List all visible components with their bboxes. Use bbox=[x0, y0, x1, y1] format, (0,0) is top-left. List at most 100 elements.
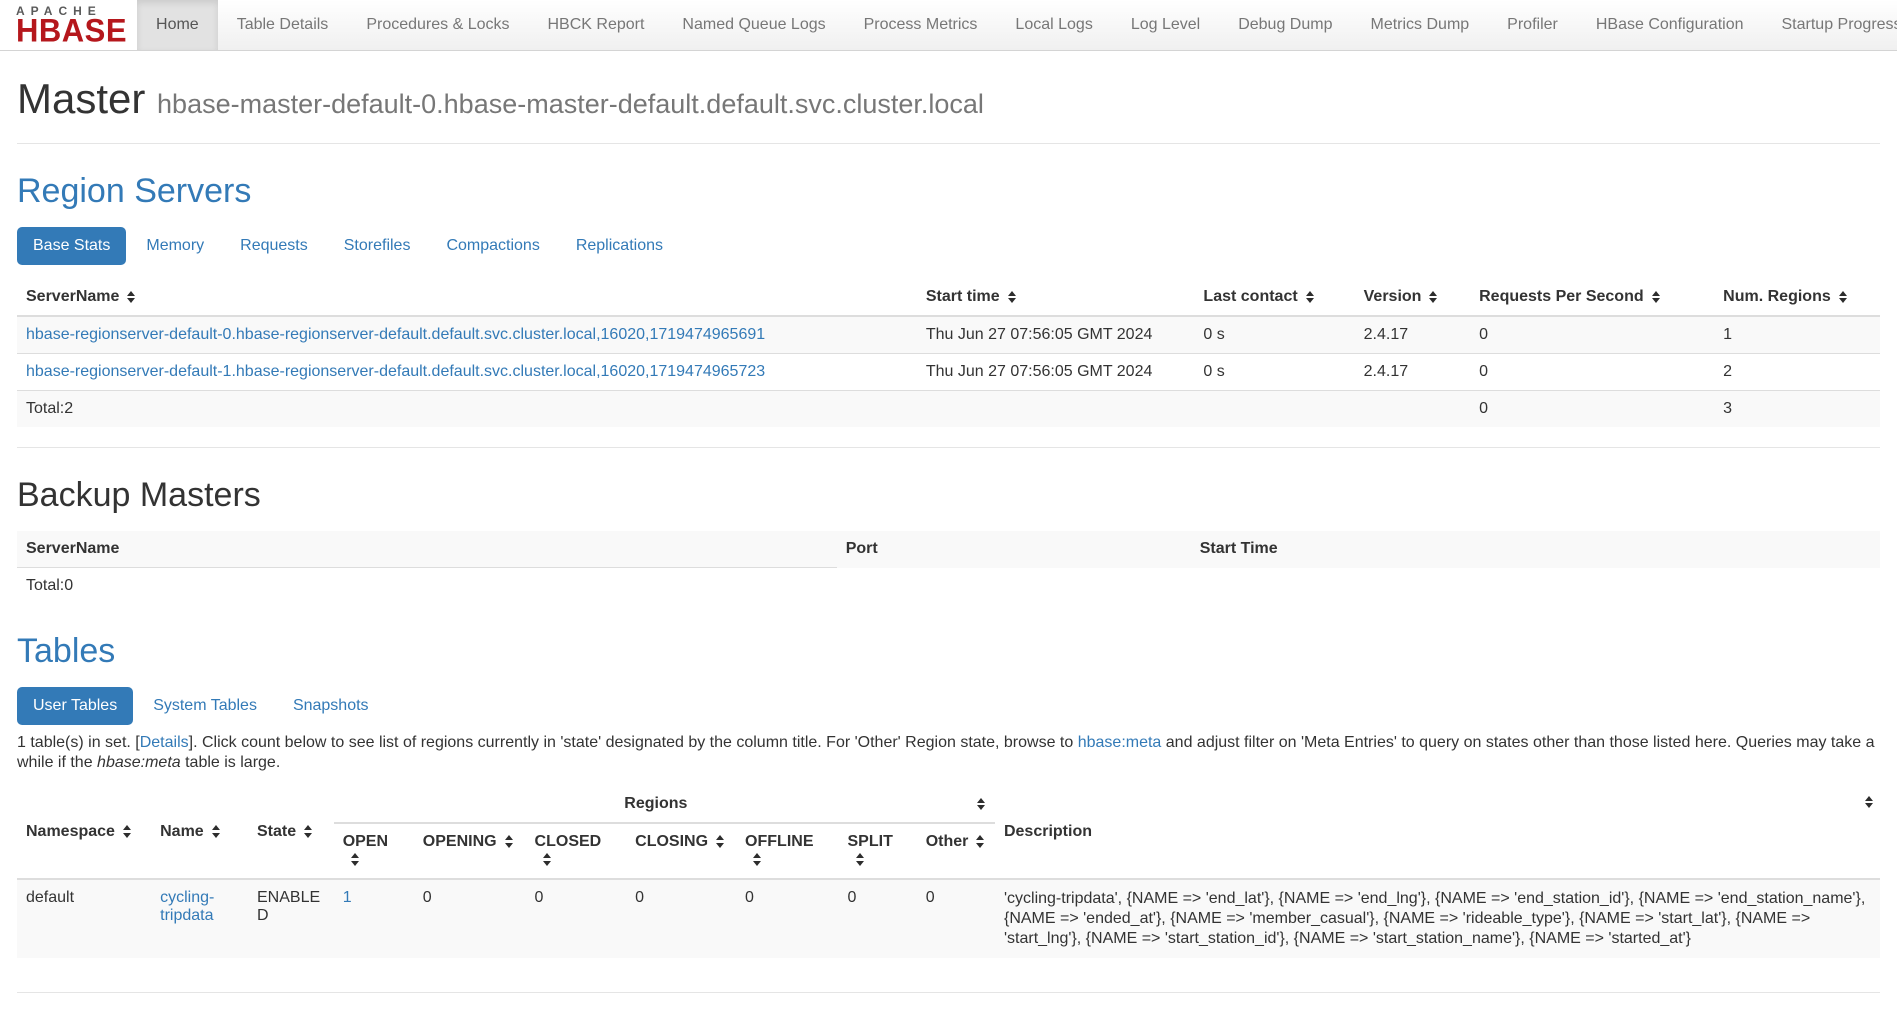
nav-item-metrics-dump-label[interactable]: Metrics Dump bbox=[1351, 0, 1488, 50]
col-open[interactable]: OPEN bbox=[334, 823, 414, 879]
sort-icon[interactable] bbox=[505, 835, 514, 848]
tab-requests[interactable]: Requests bbox=[224, 227, 324, 265]
tables-tabs: User Tables System Tables Snapshots bbox=[17, 687, 1880, 725]
nav-item-procedures-locks-label[interactable]: Procedures & Locks bbox=[347, 0, 528, 50]
tab-base-stats[interactable]: Base Stats bbox=[17, 227, 126, 265]
tab-storefiles[interactable]: Storefiles bbox=[328, 227, 427, 265]
backup-masters-total-label: Total:0 bbox=[17, 568, 837, 605]
col-start-time[interactable]: Start time bbox=[917, 279, 1195, 316]
nav-item-debug-dump[interactable]: Debug Dump bbox=[1219, 0, 1351, 50]
nav-item-named-queue-logs-label[interactable]: Named Queue Logs bbox=[663, 0, 844, 50]
col-name[interactable]: Name bbox=[151, 786, 248, 879]
regionserver-link[interactable]: hbase-regionserver-default-0.hbase-regio… bbox=[26, 326, 765, 343]
col-version[interactable]: Version bbox=[1355, 279, 1471, 316]
nav-item-local-logs-label[interactable]: Local Logs bbox=[996, 0, 1111, 50]
nav-item-local-logs[interactable]: Local Logs bbox=[996, 0, 1111, 50]
tables-note: 1 table(s) in set. [Details]. Click coun… bbox=[17, 733, 1880, 774]
sort-icon[interactable] bbox=[977, 798, 986, 811]
col-servername-label: ServerName bbox=[26, 288, 119, 305]
tab-memory[interactable]: Memory bbox=[130, 227, 220, 265]
col-state[interactable]: State bbox=[248, 786, 334, 879]
col-requests-per-second-label: Requests Per Second bbox=[1479, 288, 1644, 305]
hbase-logo-hbase-text: HBASE bbox=[16, 18, 127, 46]
col-requests-per-second[interactable]: Requests Per Second bbox=[1470, 279, 1714, 316]
nav-item-debug-dump-label[interactable]: Debug Dump bbox=[1219, 0, 1351, 50]
sort-icon[interactable] bbox=[1652, 291, 1661, 304]
nav-item-hbase-configuration-label[interactable]: HBase Configuration bbox=[1577, 0, 1763, 50]
bottom-divider bbox=[17, 992, 1880, 993]
tab-compactions[interactable]: Compactions bbox=[430, 227, 555, 265]
nav-item-startup-progress-label[interactable]: Startup Progress bbox=[1763, 0, 1897, 50]
col-description[interactable]: Description bbox=[995, 786, 1880, 879]
details-link[interactable]: Details bbox=[140, 734, 189, 751]
nav-item-home[interactable]: Home bbox=[137, 0, 218, 50]
col-bm-servername: ServerName bbox=[17, 531, 837, 568]
tab-system-tables[interactable]: System Tables bbox=[137, 687, 273, 725]
col-last-contact[interactable]: Last contact bbox=[1194, 279, 1354, 316]
region-servers-heading: Region Servers bbox=[17, 172, 1880, 211]
last-contact-value: 0 s bbox=[1194, 354, 1354, 391]
hbase-meta-link[interactable]: hbase:meta bbox=[1078, 734, 1162, 751]
col-closing-label: CLOSING bbox=[635, 833, 708, 850]
table-name-link[interactable]: cycling-tripdata bbox=[160, 889, 214, 924]
sort-icon[interactable] bbox=[1865, 796, 1874, 809]
col-closing[interactable]: CLOSING bbox=[626, 823, 736, 879]
sort-icon[interactable] bbox=[716, 835, 725, 848]
tab-snapshots[interactable]: Snapshots bbox=[277, 687, 385, 725]
col-namespace[interactable]: Namespace bbox=[17, 786, 151, 879]
regionserver-link[interactable]: hbase-regionserver-default-1.hbase-regio… bbox=[26, 363, 765, 380]
nav-item-metrics-dump[interactable]: Metrics Dump bbox=[1351, 0, 1488, 50]
col-closed[interactable]: CLOSED bbox=[526, 823, 627, 879]
nav-item-hbck-report[interactable]: HBCK Report bbox=[529, 0, 664, 50]
nav-item-named-queue-logs[interactable]: Named Queue Logs bbox=[663, 0, 844, 50]
nav-item-procedures-locks[interactable]: Procedures & Locks bbox=[347, 0, 528, 50]
sort-icon[interactable] bbox=[127, 291, 136, 304]
sort-icon[interactable] bbox=[1839, 291, 1848, 304]
col-version-label: Version bbox=[1364, 288, 1422, 305]
sort-icon[interactable] bbox=[543, 853, 552, 866]
nav-item-table-details-label[interactable]: Table Details bbox=[218, 0, 348, 50]
nav-item-home-label[interactable]: Home bbox=[137, 0, 218, 50]
col-offline[interactable]: OFFLINE bbox=[736, 823, 838, 879]
open-count-link[interactable]: 1 bbox=[343, 889, 352, 906]
nav-item-log-level[interactable]: Log Level bbox=[1112, 0, 1219, 50]
col-group-regions[interactable]: Regions bbox=[334, 786, 995, 823]
total-requests-per-second: 0 bbox=[1470, 391, 1714, 428]
requests-per-second-value: 0 bbox=[1470, 316, 1714, 354]
region-servers-section: Region Servers Base Stats Memory Request… bbox=[17, 172, 1880, 427]
sort-icon[interactable] bbox=[856, 853, 865, 866]
num-regions-value: 2 bbox=[1714, 354, 1880, 391]
nav-item-profiler[interactable]: Profiler bbox=[1488, 0, 1577, 50]
col-other[interactable]: Other bbox=[917, 823, 995, 879]
col-bm-port: Port bbox=[837, 531, 1191, 568]
sort-icon[interactable] bbox=[753, 853, 762, 866]
nav-item-process-metrics-label[interactable]: Process Metrics bbox=[845, 0, 997, 50]
tab-replications[interactable]: Replications bbox=[560, 227, 679, 265]
sort-icon[interactable] bbox=[351, 853, 360, 866]
note-text: table is large. bbox=[181, 754, 281, 771]
nav-item-table-details[interactable]: Table Details bbox=[218, 0, 348, 50]
sort-icon[interactable] bbox=[976, 835, 985, 848]
nav-item-log-level-label[interactable]: Log Level bbox=[1112, 0, 1219, 50]
col-servername[interactable]: ServerName bbox=[17, 279, 917, 316]
sort-icon[interactable] bbox=[123, 825, 132, 838]
page-content: Master hbase-master-default-0.hbase-mast… bbox=[0, 75, 1897, 993]
sort-icon[interactable] bbox=[304, 825, 313, 838]
nav-item-hbase-configuration[interactable]: HBase Configuration bbox=[1577, 0, 1763, 50]
sort-icon[interactable] bbox=[1429, 291, 1438, 304]
sort-icon[interactable] bbox=[1008, 291, 1017, 304]
col-split[interactable]: SPLIT bbox=[839, 823, 917, 879]
col-num-regions[interactable]: Num. Regions bbox=[1714, 279, 1880, 316]
region-servers-total-row: Total:2 0 3 bbox=[17, 391, 1880, 428]
nav-item-process-metrics[interactable]: Process Metrics bbox=[845, 0, 997, 50]
nav-item-hbck-report-label[interactable]: HBCK Report bbox=[529, 0, 664, 50]
col-opening[interactable]: OPENING bbox=[414, 823, 526, 879]
sort-icon[interactable] bbox=[212, 825, 221, 838]
split-count: 0 bbox=[839, 879, 917, 958]
tab-user-tables[interactable]: User Tables bbox=[17, 687, 133, 725]
nav-item-startup-progress[interactable]: Startup Progress bbox=[1763, 0, 1897, 50]
col-num-regions-label: Num. Regions bbox=[1723, 288, 1831, 305]
nav-item-profiler-label[interactable]: Profiler bbox=[1488, 0, 1577, 50]
backup-masters-section: Backup Masters ServerName Port Start Tim… bbox=[17, 476, 1880, 604]
sort-icon[interactable] bbox=[1306, 291, 1315, 304]
